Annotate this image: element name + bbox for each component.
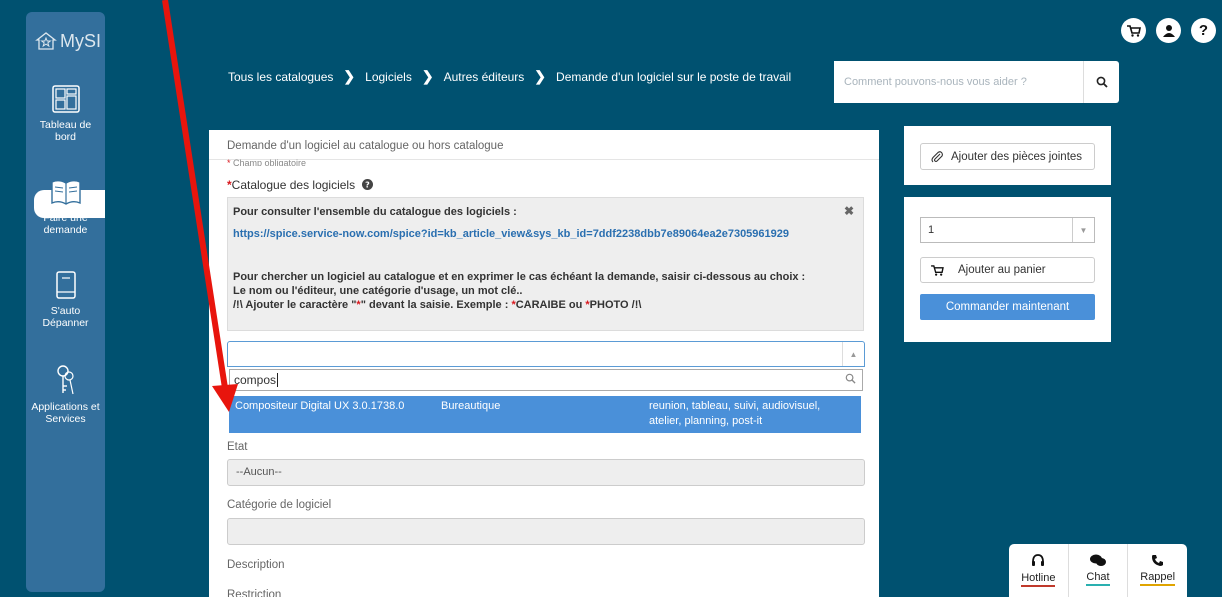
etat-label: Etat	[227, 441, 248, 453]
category-label: Catégorie de logiciel	[227, 499, 332, 511]
result-tags-2: atelier, planning, post-it	[649, 415, 763, 427]
info-text: " devant la saisie. Exemple :	[360, 299, 512, 311]
breadcrumb-item[interactable]: Autres éditeurs	[444, 70, 525, 84]
required-note-text: Champ obligatoire	[233, 158, 307, 166]
search-button[interactable]	[1083, 61, 1119, 103]
search-icon	[845, 373, 856, 384]
breadcrumb: Tous les catalogues ❯ Logiciels ❯ Autres…	[228, 68, 791, 85]
software-select[interactable]: ▲	[227, 341, 865, 367]
help-bar: Hotline Chat Rappel	[1009, 544, 1187, 597]
add-attachment-button[interactable]: Ajouter des pièces jointes	[920, 143, 1095, 170]
form-title: Demande d'un logiciel au catalogue ou ho…	[227, 140, 504, 152]
chevron-right-icon: ❯	[421, 68, 434, 84]
cart-icon	[1126, 24, 1141, 37]
callback-button[interactable]: Rappel	[1127, 544, 1187, 597]
cart-icon	[931, 264, 944, 276]
sidebar-item-applications[interactable]: Applications et Services	[26, 364, 105, 425]
user-icon	[1162, 25, 1175, 37]
result-tags-1: reunion, tableau, suivi, audiovisuel,	[649, 400, 821, 412]
chevron-right-icon: ❯	[534, 68, 547, 84]
sidebar-item-request[interactable]: Faire une demande	[26, 178, 105, 236]
sidebar-item-self-help[interactable]: S'auto Dépanner	[26, 270, 105, 329]
logo[interactable]: MySI	[34, 30, 101, 52]
info-text: CARAIBE ou	[515, 299, 586, 311]
catalogue-label: *Catalogue des logiciels ?	[227, 178, 374, 192]
manual-icon	[55, 271, 76, 299]
search-icon	[1096, 76, 1108, 88]
cart-button[interactable]	[1121, 18, 1146, 43]
logo-text: MySI	[60, 30, 102, 51]
search-box	[834, 61, 1119, 103]
order-panel: 1 ▼ Ajouter au panier Commander maintena…	[904, 197, 1111, 342]
catalogue-link[interactable]: https://spice.service-now.com/spice?id=k…	[233, 228, 858, 240]
chevron-right-icon: ❯	[343, 68, 356, 84]
restriction-label: Restriction	[227, 589, 282, 597]
add-to-cart-label: Ajouter au panier	[958, 264, 1046, 276]
search-input[interactable]	[834, 61, 1083, 103]
paperclip-icon	[931, 150, 943, 162]
sidebar-label-self-help: S'auto Dépanner	[42, 305, 89, 329]
add-to-cart-button[interactable]: Ajouter au panier	[920, 257, 1095, 283]
info-box: ✖ Pour consulter l'ensemble du catalogue…	[227, 197, 864, 331]
breadcrumb-item[interactable]: Demande d'un logiciel sur le poste de tr…	[556, 70, 791, 84]
attachments-panel: Ajouter des pièces jointes	[904, 126, 1111, 185]
info-text: PHOTO /!\	[589, 299, 642, 311]
headset-icon	[1032, 554, 1045, 566]
info-text: /!\ Ajouter le caractère "	[233, 299, 357, 311]
help-button[interactable]: ?	[1191, 18, 1216, 43]
category-field[interactable]	[227, 518, 865, 545]
svg-text:?: ?	[366, 181, 371, 190]
catalogue-label-text: Catalogue des logiciels	[231, 178, 356, 192]
hotline-button[interactable]: Hotline	[1009, 544, 1068, 597]
top-icons: ?	[1121, 18, 1216, 43]
result-category: Bureautique	[441, 400, 501, 412]
breadcrumb-item[interactable]: Logiciels	[365, 70, 412, 84]
phone-icon	[1152, 555, 1164, 566]
quantity-select[interactable]: 1 ▼	[920, 217, 1095, 243]
keys-icon	[56, 365, 74, 395]
order-now-button[interactable]: Commander maintenant	[920, 294, 1095, 320]
caret-up-icon: ▲	[842, 342, 864, 366]
breadcrumb-item[interactable]: Tous les catalogues	[228, 70, 333, 84]
request-form: Demande d'un logiciel au catalogue ou ho…	[209, 130, 879, 597]
etat-field[interactable]: --Aucun--	[227, 459, 865, 486]
add-attachment-label: Ajouter des pièces jointes	[951, 150, 1083, 163]
info-line-1: Pour consulter l'ensemble du catalogue d…	[233, 206, 517, 218]
chat-label: Chat	[1086, 571, 1110, 586]
sidebar-label-dashboard: Tableau de bord	[39, 119, 92, 143]
callback-label: Rappel	[1140, 571, 1176, 586]
sidebar: MySI Tableau de bord Faire une demande S…	[26, 12, 105, 592]
caret-down-icon: ▼	[1072, 218, 1094, 242]
info-line-4: Le nom ou l'éditeur, une catégorie d'usa…	[233, 285, 523, 297]
sidebar-label-applications: Applications et Services	[31, 401, 100, 425]
chat-icon	[1090, 554, 1106, 566]
user-button[interactable]	[1156, 18, 1181, 43]
sidebar-item-dashboard[interactable]: Tableau de bord	[26, 84, 105, 143]
description-label: Description	[227, 559, 285, 571]
result-name: Compositeur Digital UX 3.0.1738.0	[235, 400, 405, 412]
dropdown-search-value: compos	[234, 373, 277, 387]
hotline-label: Hotline	[1021, 572, 1056, 587]
dashboard-icon	[51, 85, 80, 113]
chat-button[interactable]: Chat	[1067, 544, 1128, 597]
close-icon[interactable]: ✖	[844, 204, 854, 218]
sidebar-label-request: Faire une demande	[43, 212, 88, 236]
info-line-3: Pour chercher un logiciel au catalogue e…	[233, 271, 806, 283]
question-icon: ?	[1198, 22, 1209, 39]
dropdown-search-input[interactable]: compos	[229, 369, 863, 391]
quantity-value: 1	[928, 224, 935, 236]
required-note: * Champ obligatoire	[227, 158, 307, 166]
info-line-5: /!\ Ajouter le caractère "*" devant la s…	[233, 298, 858, 312]
open-book-icon	[50, 180, 81, 205]
dropdown-result-item[interactable]: Compositeur Digital UX 3.0.1738.0 Bureau…	[229, 396, 861, 433]
house-star-icon	[35, 32, 57, 50]
divider	[209, 159, 879, 160]
question-circle-icon[interactable]: ?	[362, 179, 374, 190]
